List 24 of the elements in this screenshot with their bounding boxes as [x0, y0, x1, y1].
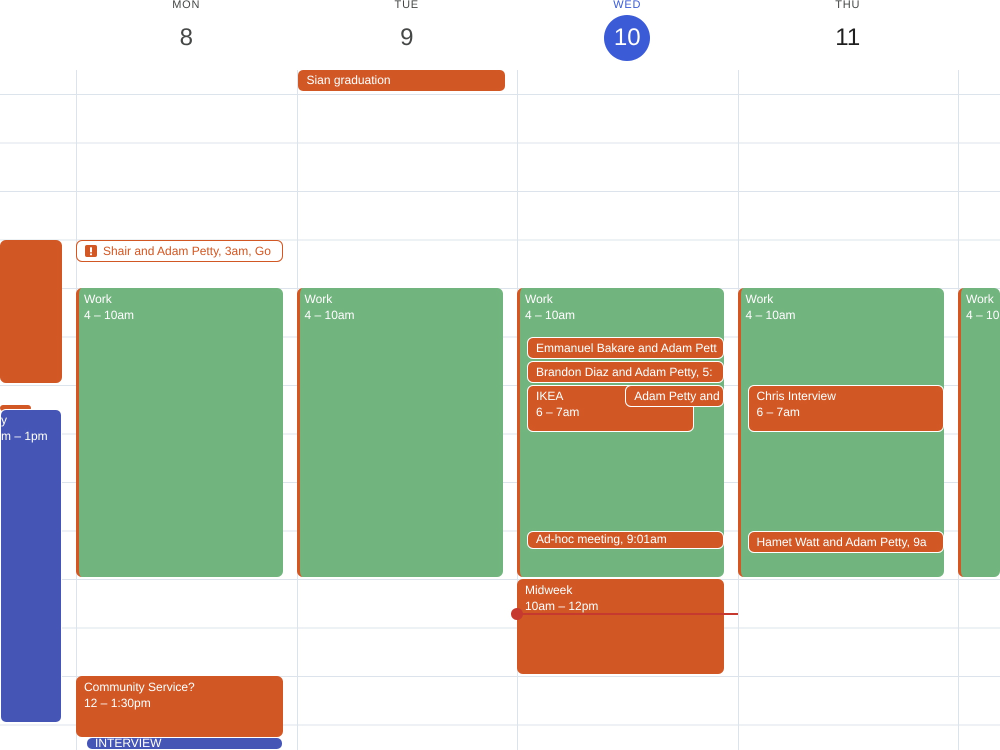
calendar-event[interactable]: Emmanuel Bakare and Adam Pett: [527, 336, 724, 359]
day-name: WED: [613, 0, 642, 11]
calendar-event[interactable]: INTERVIEW: [86, 736, 282, 750]
day-name: TUE: [394, 0, 419, 11]
calendar-event[interactable]: y m – 1pm: [0, 409, 62, 722]
calendar-event[interactable]: Work 4 – 10am: [76, 288, 282, 577]
day-number[interactable]: 11: [824, 15, 871, 61]
alert-icon: [85, 244, 97, 256]
day-number[interactable]: 10: [604, 15, 650, 61]
calendar-event[interactable]: Hamet Watt and Adam Petty, 9a: [748, 530, 944, 553]
calendar-event[interactable]: Chris Interview 6 – 7am: [748, 385, 944, 432]
all-day-event[interactable]: Sian graduation: [298, 70, 505, 91]
calendar-event[interactable]: Work 4 – 10: [958, 288, 1000, 577]
calendar-event[interactable]: Adam Petty and: [625, 385, 724, 408]
calendar-event[interactable]: Community Service? 12 – 1:30pm: [76, 676, 282, 737]
day-number[interactable]: 9: [384, 15, 430, 61]
calendar-event[interactable]: Midweek 10am – 12pm: [517, 579, 724, 674]
calendar-event[interactable]: Shair and Adam Petty, 3am, Go: [76, 240, 282, 262]
day-name: MON: [172, 0, 200, 11]
day-name: THU: [835, 0, 860, 11]
day-number[interactable]: 8: [163, 15, 210, 61]
calendar-event[interactable]: Ad-hoc meeting, 9:01am: [527, 531, 724, 549]
calendar-event[interactable]: Brandon Diaz and Adam Petty, 5:: [527, 360, 724, 383]
calendar-event[interactable]: Work 4 – 10am: [296, 288, 503, 577]
